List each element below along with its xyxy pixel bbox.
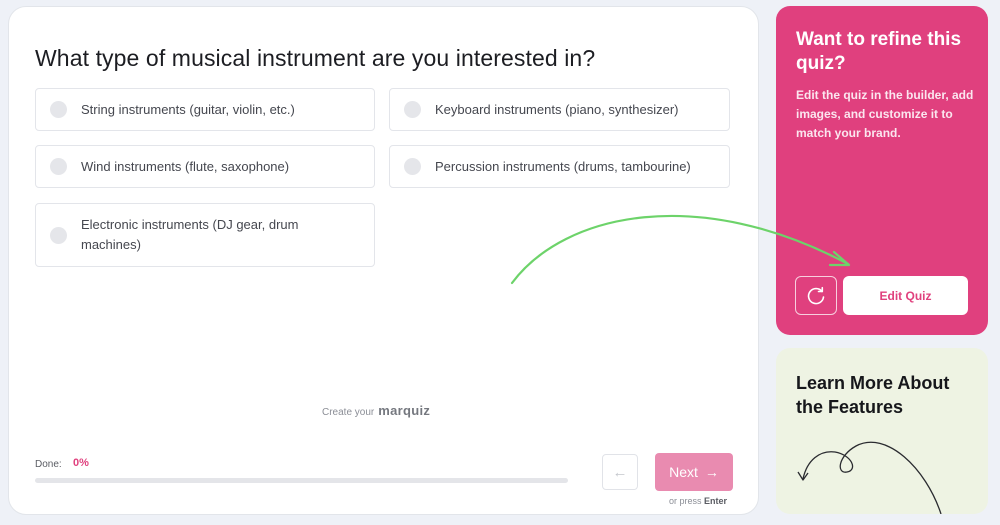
option-wind-instruments[interactable]: Wind instruments (flute, saxophone) (35, 145, 375, 188)
radio-button[interactable] (404, 158, 421, 175)
radio-button[interactable] (404, 101, 421, 118)
refine-quiz-card: Want to refine this quiz? Edit the quiz … (776, 6, 988, 335)
edit-quiz-button[interactable]: Edit Quiz (843, 276, 968, 315)
radio-button[interactable] (50, 226, 67, 244)
promo-title: Want to refine this quiz? (796, 29, 962, 74)
next-label: Next (669, 464, 698, 480)
hint-key: Enter (704, 496, 728, 506)
option-label: Percussion instruments (drums, tambourin… (435, 158, 691, 174)
option-label: String instruments (guitar, violin, etc.… (81, 101, 295, 117)
progress-label: Done: (35, 459, 62, 470)
promo-description: Edit the quiz in the builder, add images… (796, 88, 974, 140)
arrow-left-icon: ← (612, 463, 628, 481)
doodle-illustration (797, 441, 942, 514)
radio-button[interactable] (50, 101, 67, 118)
branding-link[interactable]: Create your marquiz (322, 403, 430, 418)
refresh-button[interactable] (795, 276, 837, 315)
refresh-icon (807, 286, 825, 304)
option-string-instruments[interactable]: String instruments (guitar, violin, etc.… (35, 88, 375, 131)
arrow-right-icon: → (704, 464, 719, 480)
progress-bar (35, 478, 568, 483)
option-percussion-instruments[interactable]: Percussion instruments (drums, tambourin… (389, 145, 730, 188)
question-title: What type of musical instrument are you … (35, 45, 596, 71)
option-keyboard-instruments[interactable]: Keyboard instruments (piano, synthesizer… (389, 88, 730, 131)
quiz-card: What type of musical instrument are you … (8, 6, 759, 515)
branding-prefix: Create your (322, 407, 375, 418)
option-electronic-instruments[interactable]: Electronic instruments (DJ gear, drum ma… (35, 203, 375, 267)
back-button[interactable]: ← (602, 454, 638, 490)
option-label: Electronic instruments (DJ gear, drum ma… (81, 217, 299, 252)
hint-prefix: or press (669, 496, 702, 506)
radio-button[interactable] (50, 158, 67, 175)
keyboard-hint: or press Enter (669, 496, 727, 506)
marquiz-logo: marquiz (378, 403, 431, 418)
learn-features-card[interactable]: Learn More About the Features (776, 348, 988, 514)
next-button[interactable]: Next → (655, 453, 733, 491)
option-label: Keyboard instruments (piano, synthesizer… (435, 101, 679, 117)
progress-value: 0% (73, 457, 89, 469)
option-label: Wind instruments (flute, saxophone) (81, 158, 290, 174)
